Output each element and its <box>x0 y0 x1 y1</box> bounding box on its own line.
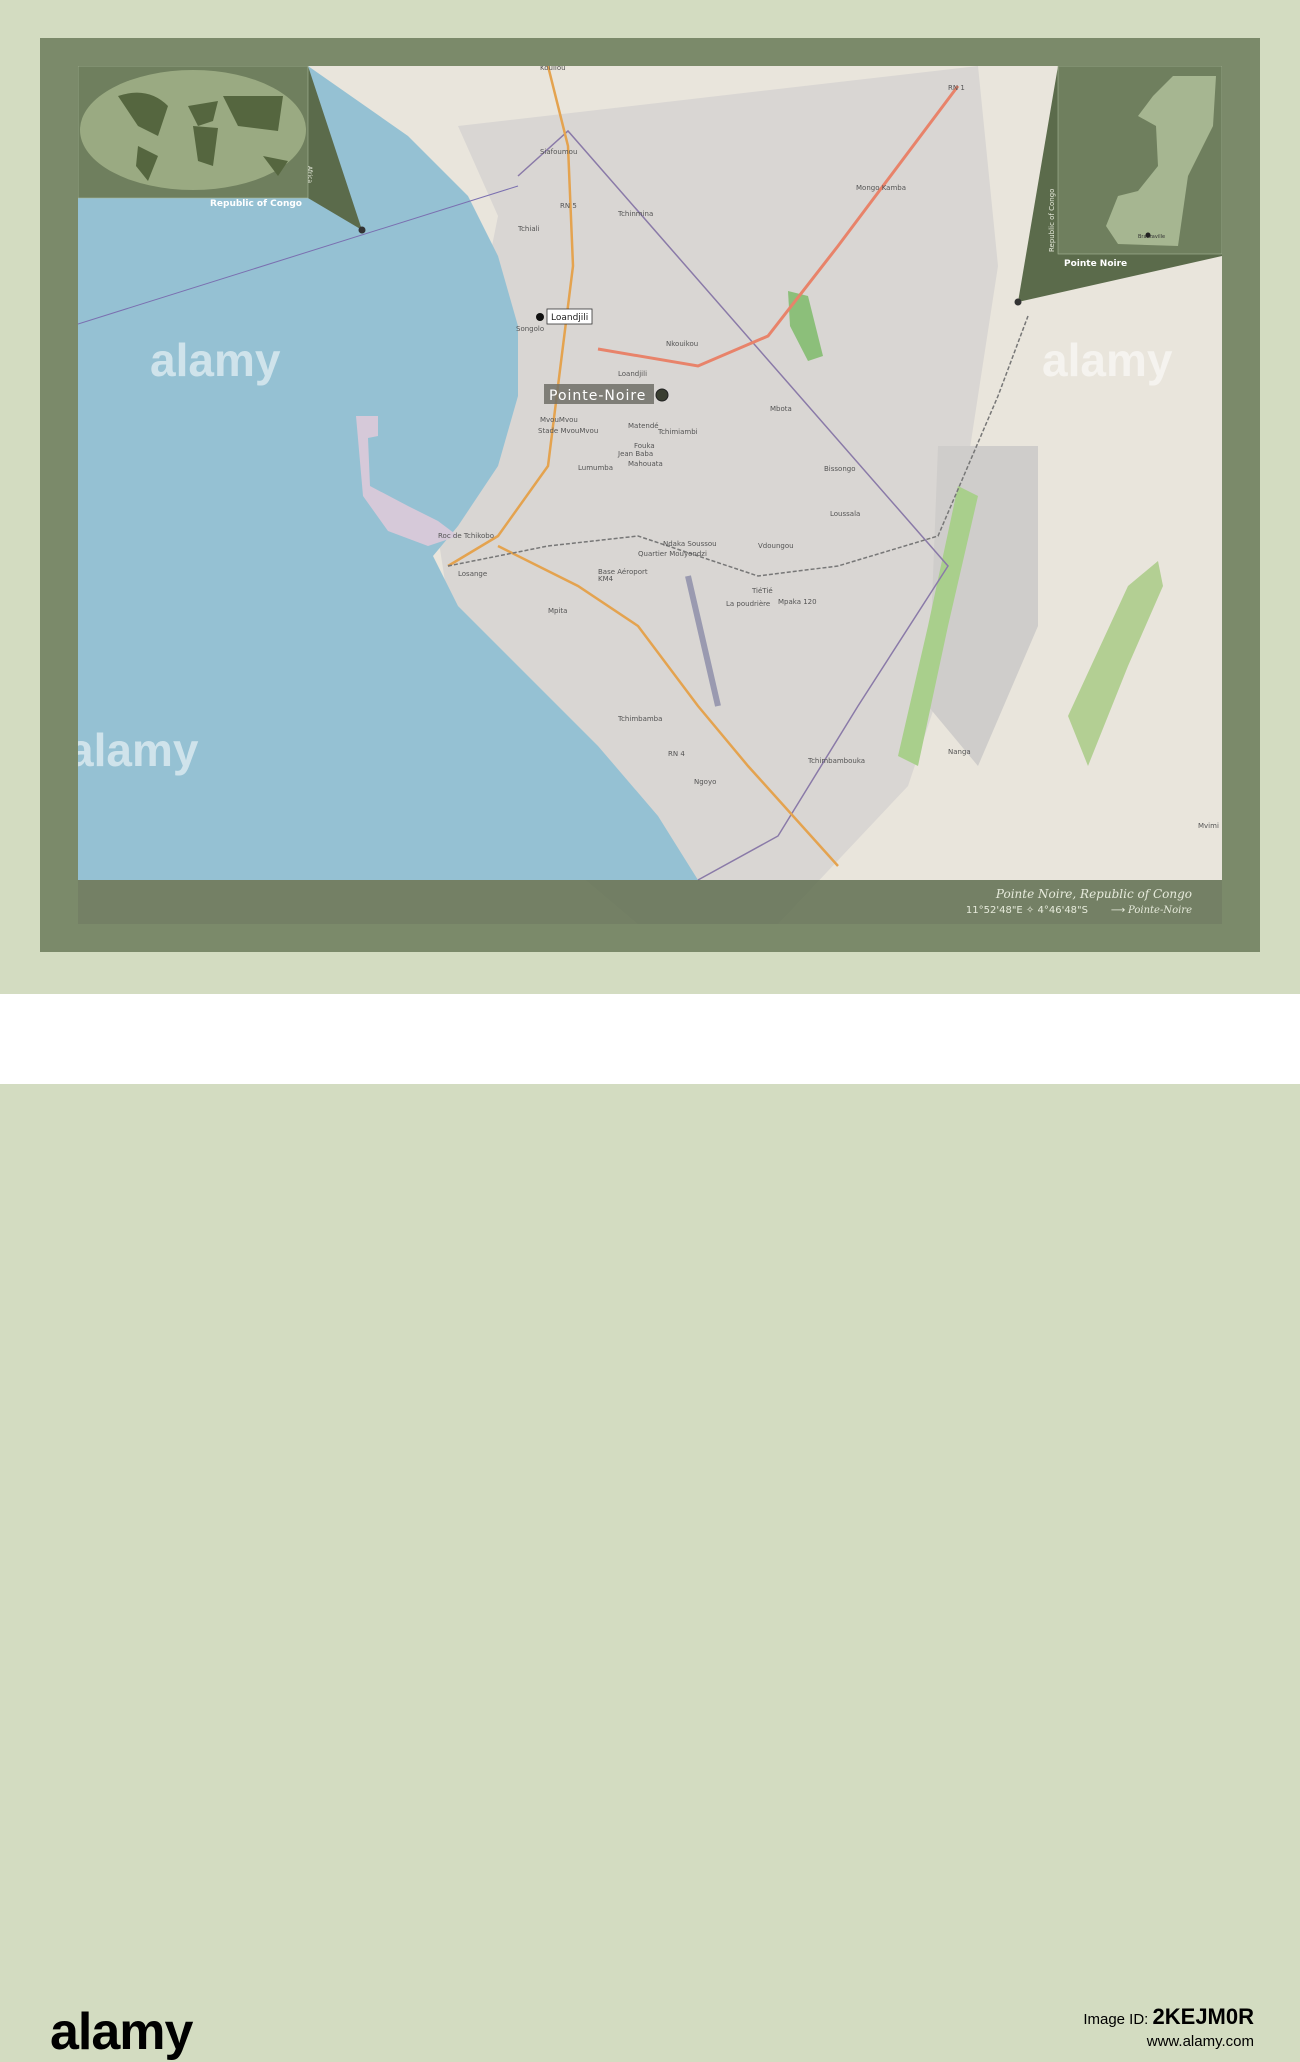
place-label: Tchinmina <box>617 210 653 218</box>
place-label: Lumumba <box>578 464 613 472</box>
svg-text:alamy: alamy <box>1042 334 1173 386</box>
svg-text:alamy: alamy <box>150 334 281 386</box>
place-label: Songolo <box>516 325 544 333</box>
place-label: Tchimbamba <box>617 715 662 723</box>
place-label: Vdoungou <box>758 542 794 550</box>
loandjili-marker[interactable] <box>536 313 544 321</box>
place-label: Siafoumou <box>540 148 577 156</box>
place-label: La poudrière <box>726 600 770 608</box>
place-label: Mpita <box>548 607 567 615</box>
place-label: Mahouata <box>628 460 663 468</box>
place-label: Nanga <box>948 748 971 756</box>
place-label: Tchimiambi <box>657 428 698 436</box>
watermark-strip: alamy Image ID: 2KEJM0R www.alamy.com <box>0 994 1300 2061</box>
place-label: Bissongo <box>824 465 856 473</box>
place-label: Ngoyo <box>694 778 716 786</box>
place-label: Matendé <box>628 422 659 430</box>
place-label: Roc de Tchikobo <box>438 532 494 540</box>
map-canvas[interactable]: Kouilou Tchinmina Songolo Nkouikou Loandjili… <box>78 66 1222 924</box>
svg-text:alamy: alamy <box>78 724 199 776</box>
region-name: Pointe-Noire <box>1127 905 1192 916</box>
arrow-icon: ⟶ <box>1111 905 1125 916</box>
place-label: Nkouikou <box>666 340 698 348</box>
place-label: TiéTié <box>751 587 773 595</box>
place-label: Loussala <box>830 510 860 518</box>
country-inset-region: Pointe Noire <box>1064 259 1127 269</box>
place-label: Mongo Kamba <box>856 184 906 192</box>
road-label: RN 1 <box>948 84 965 92</box>
place-label: MvouMvou <box>540 416 578 424</box>
place-label: Jean Baba <box>617 450 653 458</box>
road-label: RN 4 <box>668 750 685 758</box>
place-label: Ndaka Soussou <box>663 540 717 548</box>
pointe-noire-marker[interactable] <box>655 388 669 402</box>
map-title: Pointe Noire, Republic of Congo <box>995 887 1192 901</box>
place-label: Kouilou <box>540 66 566 72</box>
world-inset-country: Republic of Congo <box>210 199 302 209</box>
coordinates: 11°52'48"E ✧ 4°46'48"S <box>966 905 1088 916</box>
place-label: Tchimbambouka <box>807 757 865 765</box>
brazzaville-label: Brazzaville <box>1138 234 1165 240</box>
place-label: Tchiali <box>517 225 540 233</box>
world-inset-continent: Africa <box>306 166 313 183</box>
place-label: Fouka <box>634 442 655 450</box>
place-label: KM4 <box>598 575 614 583</box>
image-id: Image ID: 2KEJM0R www.alamy.com <box>1083 2004 1254 2051</box>
place-label: Mvimi <box>1198 822 1219 830</box>
place-label: Base Aéroport <box>598 568 648 576</box>
place-label: Quartier Mouyondzi <box>638 550 707 558</box>
loandjili-label: Loandjili <box>551 313 588 323</box>
country-inset-country: Republic of Congo <box>1048 189 1056 252</box>
pointe-noire-label: Pointe-Noire <box>549 388 646 404</box>
road-label: RN 5 <box>560 202 577 210</box>
place-label: Mbota <box>770 405 792 413</box>
place-label: Loandjili <box>618 370 647 378</box>
alamy-logo: alamy <box>50 2003 193 2061</box>
place-label: Mpaka 120 <box>778 598 817 606</box>
place-label: Stade MvouMvou <box>538 427 598 435</box>
place-label: Losange <box>458 570 487 578</box>
